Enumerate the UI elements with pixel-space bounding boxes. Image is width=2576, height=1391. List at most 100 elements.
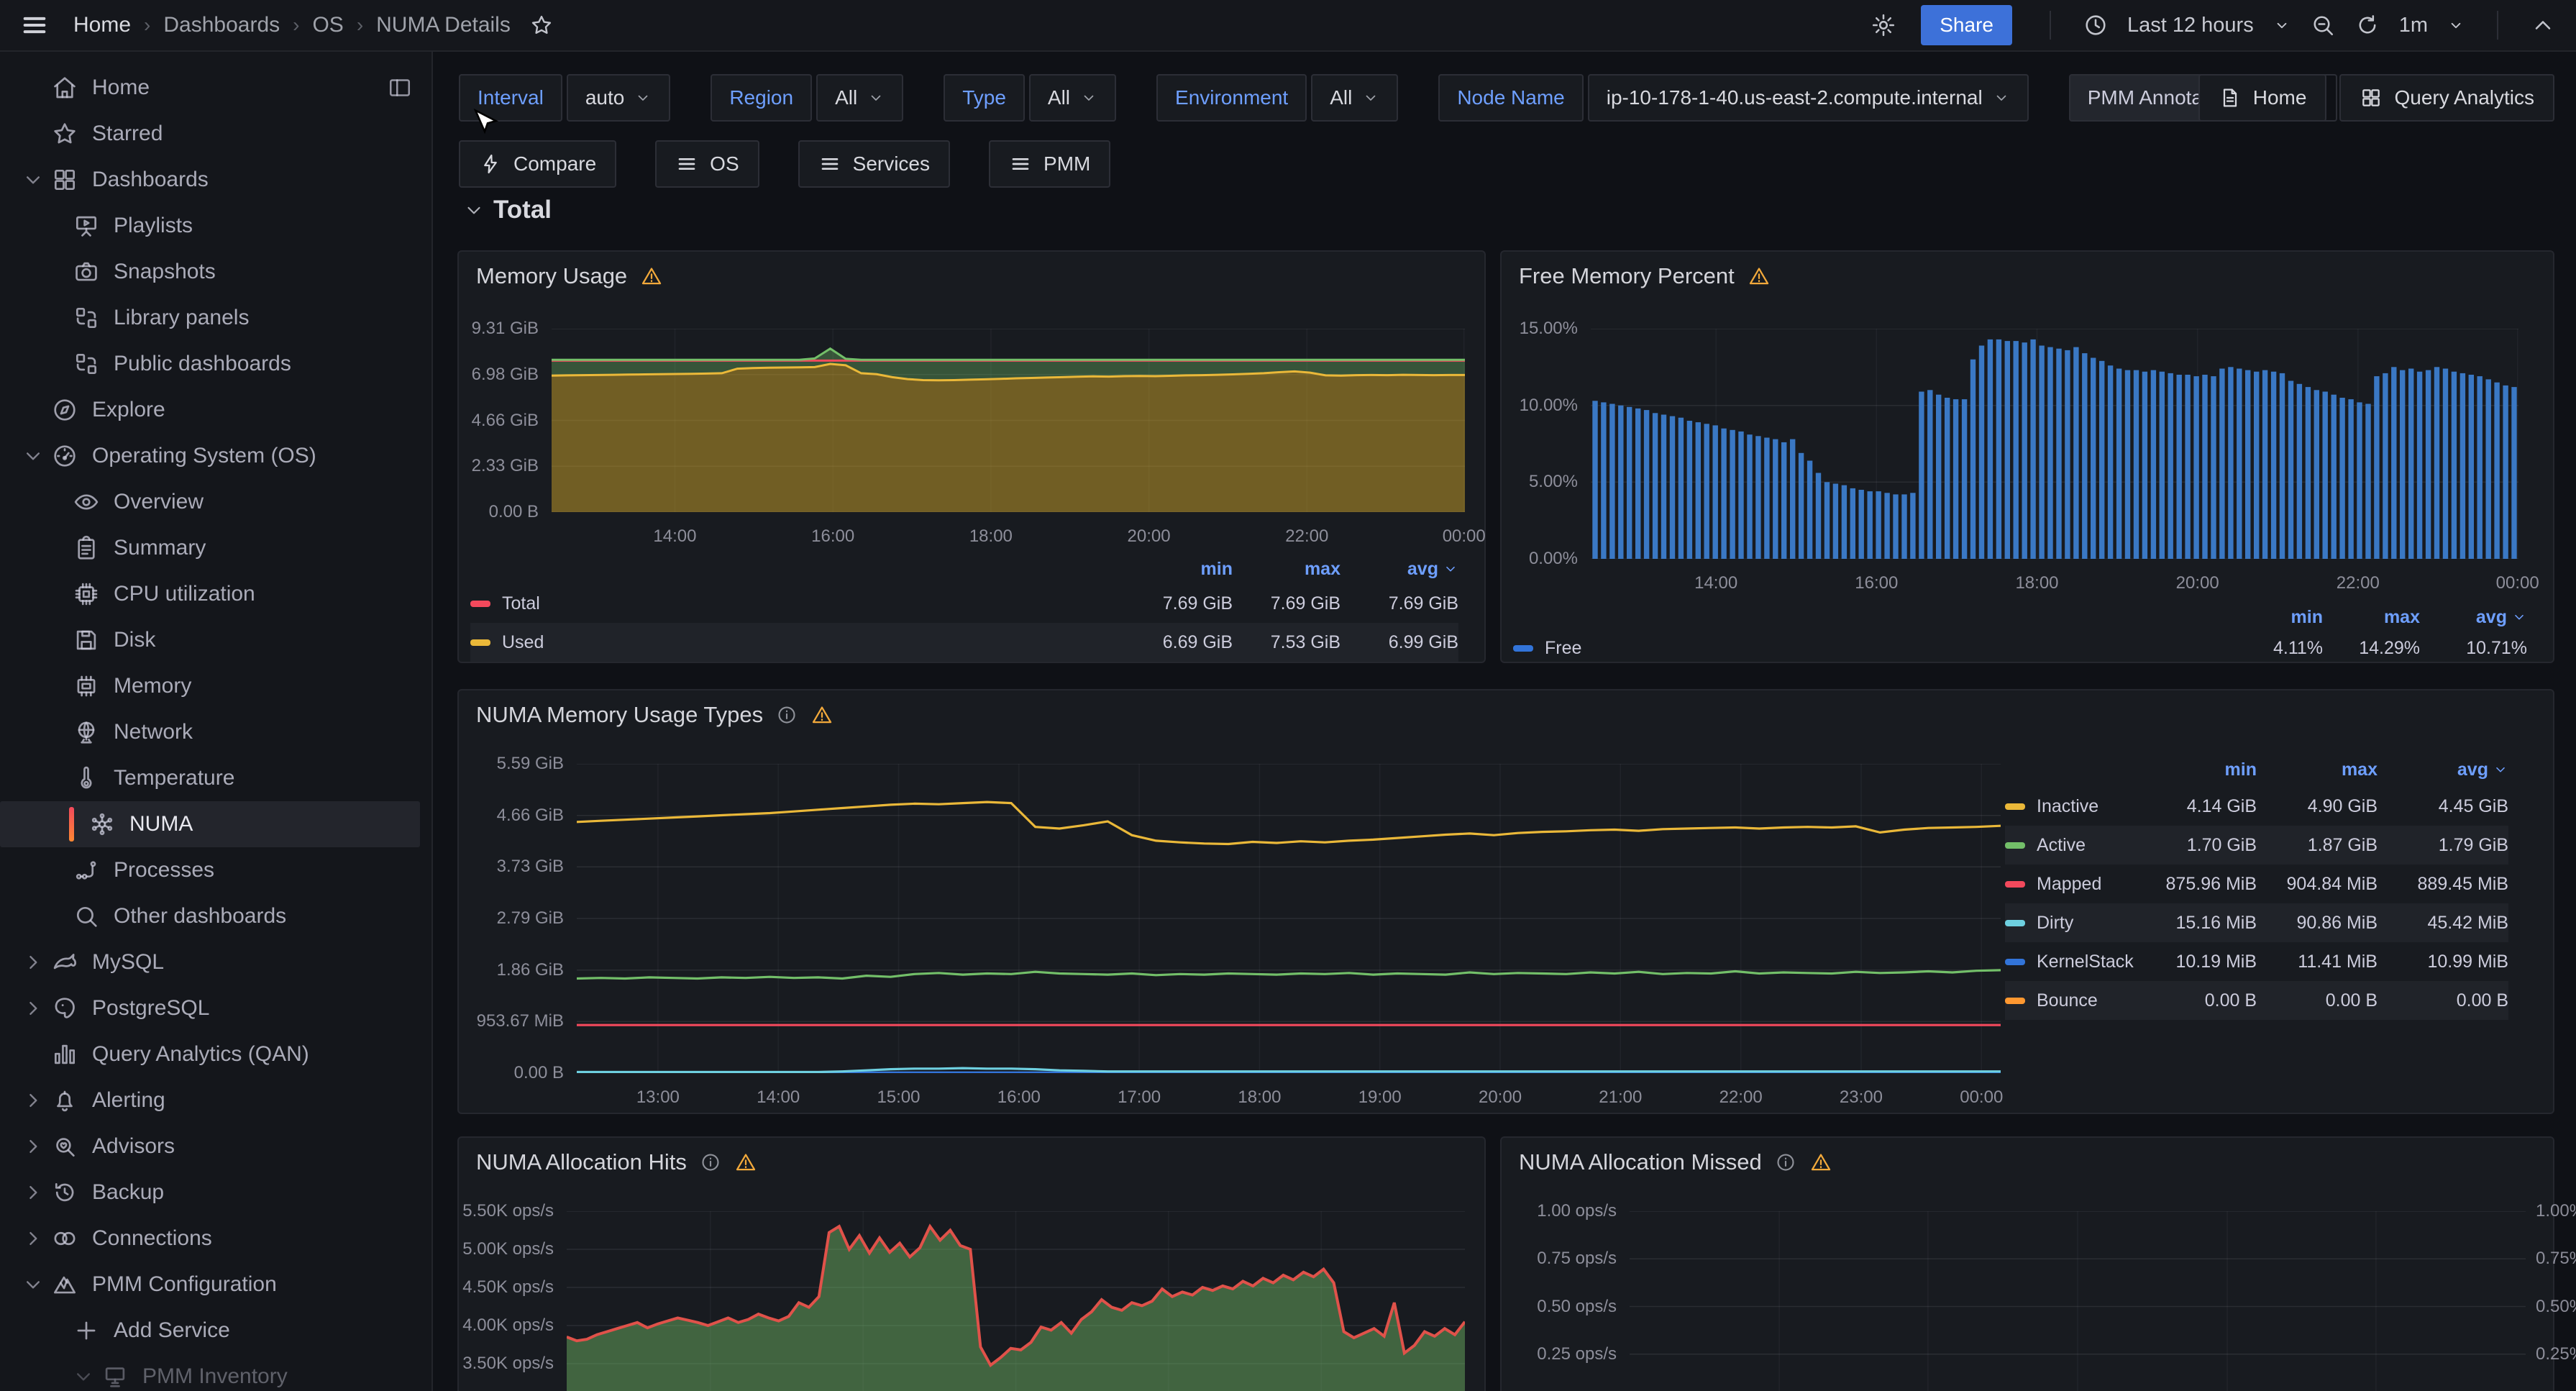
sidebar-item-label: Playlists [114, 214, 193, 238]
chevron-down-icon [1080, 89, 1097, 106]
sidebar-item-other-dashboards[interactable]: Other dashboards [0, 893, 431, 939]
legend-col-avg[interactable]: avg [2378, 760, 2508, 780]
legend-col-min[interactable]: min [1125, 559, 1233, 580]
legend-col-max[interactable]: max [2257, 760, 2378, 780]
compare-button[interactable]: Compare [459, 140, 616, 188]
legend-row-dirty[interactable]: Dirty15.16 MiB90.86 MiB45.42 MiB [2005, 903, 2508, 942]
sidebar-item-overview[interactable]: Overview [0, 479, 431, 525]
sidebar-item-network[interactable]: Network [0, 709, 431, 755]
filter-value-dropdown[interactable]: ip-10-178-1-40.us-east-2.compute.interna… [1588, 74, 2029, 122]
breadcrumb-dashboards[interactable]: Dashboards [163, 13, 280, 37]
legend-value: 10.99 MiB [2378, 952, 2508, 972]
sidebar-item-snapshots[interactable]: Snapshots [0, 249, 431, 295]
sidebar-item-playlists[interactable]: Playlists [0, 203, 431, 249]
panel-numa-alloc-missed: NUMA Allocation Missed1.00 ops/s0.75 ops… [1500, 1136, 2554, 1391]
sidebar-item-postgresql[interactable]: PostgreSQL [0, 985, 431, 1031]
filter-value-dropdown[interactable]: All [1029, 74, 1116, 122]
dashboard-settings-gear-icon[interactable] [1871, 12, 1896, 38]
sidebar-item-advisors[interactable]: Advisors [0, 1123, 431, 1169]
services-button[interactable]: Services [798, 140, 950, 188]
legend-col-min[interactable]: min [2136, 760, 2257, 780]
sidebar-item-memory[interactable]: Memory [0, 663, 431, 709]
sidebar-item-add-service[interactable]: Add Service [0, 1308, 431, 1354]
panel-title[interactable]: Free Memory Percent [1519, 263, 1771, 289]
time-range-picker[interactable]: Last 12 hours [2127, 14, 2254, 37]
y-axis-label: 953.67 MiB [477, 1011, 564, 1031]
x-axis-label: 18:00 [2008, 573, 2065, 593]
sidebar-item-connections[interactable]: Connections [0, 1216, 431, 1262]
free-memory-chart[interactable] [1591, 329, 2518, 559]
menu-icon[interactable] [20, 11, 49, 40]
filter-value-dropdown[interactable]: auto [567, 74, 671, 122]
memory-usage-chart[interactable] [552, 329, 1465, 512]
favorite-star-icon[interactable] [529, 13, 554, 37]
legend-row-used[interactable]: Used6.69 GiB7.53 GiB6.99 GiB [470, 623, 1458, 662]
legend-row-bounce[interactable]: Bounce0.00 B0.00 B0.00 B [2005, 981, 2508, 1020]
apps-icon [47, 166, 82, 193]
sidebar-item-mysql[interactable]: MySQL [0, 939, 431, 985]
sidebar-item-temperature[interactable]: Temperature [0, 755, 431, 801]
legend-row-inactive[interactable]: Inactive4.14 GiB4.90 GiB4.45 GiB [2005, 787, 2508, 826]
legend-col-avg[interactable]: avg [1340, 559, 1458, 580]
sidebar-item-public-dashboards[interactable]: Public dashboards [0, 341, 431, 387]
chevron-down-icon[interactable] [2273, 16, 2291, 35]
sidebar-item-starred[interactable]: Starred [0, 111, 431, 157]
sidebar-item-numa[interactable]: NUMA [0, 801, 420, 847]
sidebar-item-explore[interactable]: Explore [0, 387, 431, 433]
refresh-icon[interactable] [2355, 12, 2380, 38]
numa-alloc-hits-chart[interactable] [567, 1211, 1465, 1391]
query-analytics-button[interactable]: Query Analytics [2339, 74, 2554, 122]
sidebar-item-library-panels[interactable]: Library panels [0, 295, 431, 341]
y-axis-label: 0.00 B [514, 1063, 564, 1083]
legend-value: 6.69 GiB [1125, 632, 1233, 653]
warning-icon [1809, 1151, 1832, 1174]
numa-memory-types-chart[interactable] [577, 764, 2001, 1073]
breadcrumb-os[interactable]: OS [312, 13, 343, 37]
os-button[interactable]: OS [655, 140, 759, 188]
chevron-down-icon[interactable] [2447, 16, 2465, 35]
legend-col-max[interactable]: max [2323, 607, 2420, 628]
refresh-interval-select[interactable]: 1m [2399, 14, 2428, 37]
legend-value: 1.79 GiB [2378, 835, 2508, 856]
x-axis-label: 22:00 [1278, 526, 1335, 547]
legend-row-free[interactable]: Free4.11%14.29%10.71% [1513, 631, 2527, 665]
sidebar-item-pmm-inventory[interactable]: PMM Inventory [0, 1354, 431, 1391]
sidebar-item-operating-system-os[interactable]: Operating System (OS) [0, 433, 431, 479]
breadcrumb-home[interactable]: Home [73, 13, 131, 37]
numa-alloc-missed-chart[interactable] [1630, 1211, 2526, 1391]
zoom-out-icon[interactable] [2310, 12, 2336, 38]
legend-col-max[interactable]: max [1233, 559, 1340, 580]
share-button[interactable]: Share [1921, 5, 2012, 45]
pmm-button[interactable]: PMM [989, 140, 1110, 188]
legend-value: 904.84 MiB [2257, 874, 2378, 895]
sidebar-item-summary[interactable]: Summary [0, 525, 431, 571]
panel-title[interactable]: NUMA Allocation Missed [1519, 1149, 1832, 1175]
sidebar-item-alerting[interactable]: Alerting [0, 1077, 431, 1123]
legend-value: 90.86 MiB [2257, 913, 2378, 934]
sidebar-item-pmm-configuration[interactable]: PMM Configuration [0, 1262, 431, 1308]
legend-row-kernelstack[interactable]: KernelStack10.19 MiB11.41 MiB10.99 MiB [2005, 942, 2508, 981]
section-header-total[interactable]: Total [463, 196, 552, 224]
legend-row-total[interactable]: Total7.69 GiB7.69 GiB7.69 GiB [470, 584, 1458, 623]
filter-value-dropdown[interactable]: All [816, 74, 903, 122]
panel-legend: minmaxavg Total7.69 GiB7.69 GiB7.69 GiBUs… [470, 554, 1458, 662]
sidebar-item-processes[interactable]: Processes [0, 847, 431, 893]
filter-value-dropdown[interactable]: All [1311, 74, 1398, 122]
quick-links-row: Compare OS Services PMM [459, 140, 1110, 188]
legend-row-active[interactable]: Active1.70 GiB1.87 GiB1.79 GiB [2005, 826, 2508, 865]
home-button[interactable]: Home [2198, 74, 2327, 122]
panel-title[interactable]: NUMA Allocation Hits [476, 1149, 757, 1175]
legend-col-avg[interactable]: avg [2420, 607, 2527, 628]
sidebar-item-query-analytics-qan[interactable]: Query Analytics (QAN) [0, 1031, 431, 1077]
legend-row-mapped[interactable]: Mapped875.96 MiB904.84 MiB889.45 MiB [2005, 865, 2508, 903]
panel-title[interactable]: Memory Usage [476, 263, 663, 289]
sidebar-item-cpu-utilization[interactable]: CPU utilization [0, 571, 431, 617]
chevron-down-icon [463, 199, 485, 221]
sidebar-item-dashboards[interactable]: Dashboards [0, 157, 431, 203]
collapse-up-icon[interactable] [2530, 12, 2556, 38]
panel-title[interactable]: NUMA Memory Usage Types [476, 702, 833, 728]
legend-col-min[interactable]: min [2226, 607, 2323, 628]
sidebar-item-disk[interactable]: Disk [0, 617, 431, 663]
sidebar-item-backup[interactable]: Backup [0, 1169, 431, 1216]
sidebar-item-home[interactable]: Home [0, 65, 431, 111]
